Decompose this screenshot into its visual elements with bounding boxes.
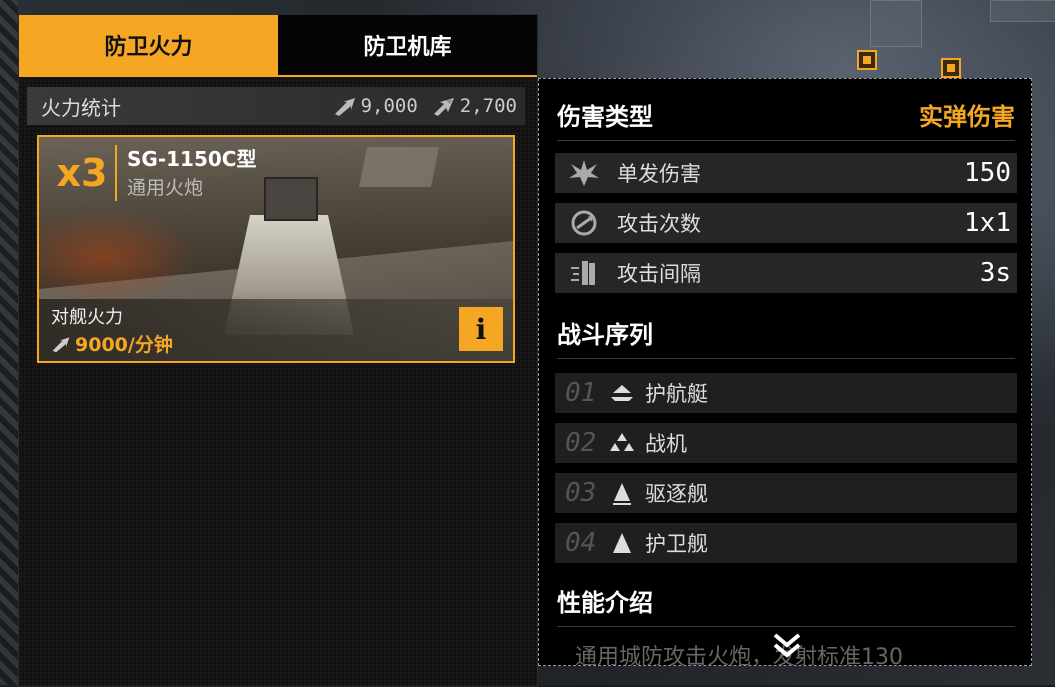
sequence-label: 护卫舰 <box>645 532 708 556</box>
stat-value: 3s <box>979 258 1011 288</box>
tab-underline <box>19 75 537 77</box>
details-panel: 伤害类型 实弹伤害 单发伤害 150 攻击次数 1x1 攻击间隔 3s 战斗序列… <box>538 78 1032 666</box>
sequence-number: 03 <box>565 478 597 508</box>
unit-preview-fire <box>39 207 199 307</box>
firepower-stats-bar: 火力统计 9,000 2,700 <box>27 87 525 125</box>
sequence-row: 04 护卫舰 <box>555 523 1017 563</box>
map-marker-icon[interactable] <box>857 50 877 70</box>
burst-icon <box>565 156 603 190</box>
background-structure <box>870 0 922 47</box>
turret-barrel-image <box>264 177 318 221</box>
performance-header: 性能介绍 <box>557 583 1015 627</box>
sequence-number: 04 <box>565 528 597 558</box>
unit-type: 通用火炮 <box>127 177 204 199</box>
stat-label: 单发伤害 <box>617 162 701 186</box>
tab-bar: 防卫火力 防卫机库 <box>19 15 537 75</box>
anti-ship-icon <box>334 98 355 116</box>
chevron-down-icon[interactable] <box>771 631 803 661</box>
background-hazard-stripes <box>0 0 18 685</box>
missiles-icon <box>565 256 603 290</box>
anti-ship-stat: 9,000 <box>333 95 418 117</box>
frigate-icon <box>607 529 637 557</box>
firepower-value-row: 9000/分钟 <box>51 330 173 357</box>
anti-air-stat: 2,700 <box>432 95 517 117</box>
stats-values: 9,000 2,700 <box>333 95 517 117</box>
cycle-icon <box>565 206 603 240</box>
tab-defense-hangar[interactable]: 防卫机库 <box>278 15 537 75</box>
stat-value: 1x1 <box>964 208 1011 238</box>
corvette-icon <box>607 379 637 407</box>
anti-air-value: 2,700 <box>459 95 517 117</box>
sequence-label: 驱逐舰 <box>645 482 708 506</box>
sequence-label: 护航艇 <box>645 382 708 406</box>
firepower-label: 对舰火力 <box>51 307 123 328</box>
stat-value: 150 <box>964 158 1011 188</box>
battle-sequence-header: 战斗序列 <box>557 315 1015 359</box>
anti-ship-value: 9,000 <box>360 95 418 117</box>
damage-type-header: 伤害类型 实弹伤害 <box>557 97 1015 141</box>
sequence-row: 03 驱逐舰 <box>555 473 1017 513</box>
unit-preview-structure <box>359 147 439 187</box>
tab-defense-firepower[interactable]: 防卫火力 <box>19 15 278 75</box>
performance-label: 性能介绍 <box>557 589 653 617</box>
unit-card[interactable]: x3 SG-1150C型 通用火炮 对舰火力 9000/分钟 i <box>37 135 515 363</box>
sequence-number: 02 <box>565 428 597 458</box>
unit-count: x3 <box>49 145 117 201</box>
anti-air-icon <box>433 98 454 116</box>
stat-label: 攻击次数 <box>617 212 701 236</box>
info-button[interactable]: i <box>459 307 503 351</box>
unit-name: SG-1150C型 <box>127 147 257 171</box>
sequence-label: 战机 <box>645 432 687 456</box>
battle-sequence-label: 战斗序列 <box>557 321 653 349</box>
sequence-row: 01 护航艇 <box>555 373 1017 413</box>
sequence-number: 01 <box>565 378 597 408</box>
firepower-value: 9000/分钟 <box>75 334 173 356</box>
sequence-row: 02 战机 <box>555 423 1017 463</box>
destroyer-icon <box>607 479 637 507</box>
background-structure <box>990 0 1055 22</box>
damage-type-value: 实弹伤害 <box>919 103 1015 131</box>
stat-row-attack-interval: 攻击间隔 3s <box>555 253 1017 293</box>
stat-label: 攻击间隔 <box>617 262 701 286</box>
stats-label: 火力统计 <box>41 95 121 120</box>
fighter-icon <box>607 429 637 457</box>
performance-text: 通用城防攻击火炮，发射标准130 <box>575 645 903 666</box>
anti-ship-icon <box>52 336 70 352</box>
stat-row-attack-count: 攻击次数 1x1 <box>555 203 1017 243</box>
defense-panel: 防卫火力 防卫机库 火力统计 9,000 2,700 x3 SG-1150C型 … <box>18 14 538 687</box>
map-marker-icon[interactable] <box>941 58 961 78</box>
stat-row-single-damage: 单发伤害 150 <box>555 153 1017 193</box>
damage-type-label: 伤害类型 <box>557 103 653 131</box>
